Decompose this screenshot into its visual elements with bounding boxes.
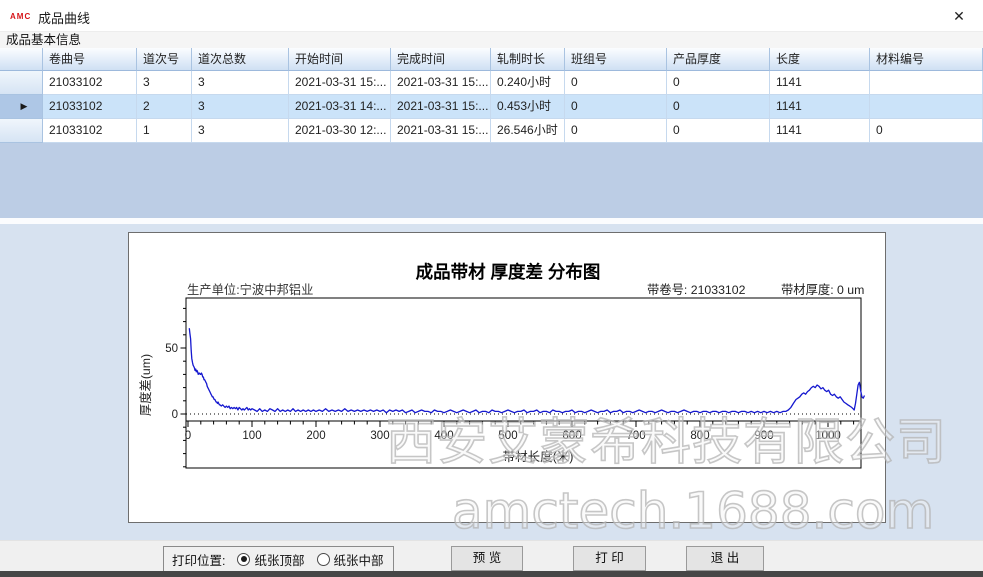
cell[interactable]: 0 <box>667 95 770 119</box>
column-header[interactable]: 道次总数 <box>192 48 289 71</box>
row-header[interactable] <box>0 119 43 143</box>
print-button[interactable]: 打 印 <box>573 546 646 571</box>
grid-corner <box>0 48 43 71</box>
radio-icon[interactable] <box>237 553 250 566</box>
cell[interactable]: 0 <box>667 71 770 95</box>
cell[interactable]: 0 <box>565 71 667 95</box>
svg-text:900: 900 <box>754 430 773 442</box>
svg-text:200: 200 <box>306 430 325 442</box>
svg-text:300: 300 <box>370 430 389 442</box>
column-header[interactable]: 材料编号 <box>870 48 983 71</box>
cell[interactable]: 0.453小时 <box>491 95 565 119</box>
svg-text:厚度差(um): 厚度差(um) <box>138 354 153 416</box>
column-header[interactable]: 卷曲号 <box>43 48 137 71</box>
cell[interactable]: 2021-03-31 14:... <box>289 95 391 119</box>
cell[interactable]: 26.546小时 <box>491 119 565 143</box>
radio-label: 纸张中部 <box>334 550 384 569</box>
cell[interactable]: 0.240小时 <box>491 71 565 95</box>
data-grid[interactable]: 卷曲号道次号道次总数开始时间完成时间轧制时长班组号产品厚度长度材料编号21033… <box>0 48 983 218</box>
svg-text:带材厚度: 0 um: 带材厚度: 0 um <box>781 282 864 297</box>
thickness-curve <box>189 328 864 413</box>
column-header[interactable]: 道次号 <box>137 48 192 71</box>
svg-text:500: 500 <box>498 430 517 442</box>
table-row[interactable]: 21033102132021-03-30 12:...2021-03-31 15… <box>0 119 983 143</box>
app-logo-icon: AMC <box>10 12 31 21</box>
cell[interactable]: 3 <box>192 95 289 119</box>
cell[interactable]: 21033102 <box>43 71 137 95</box>
radio-paper-middle[interactable]: 纸张中部 <box>317 550 384 569</box>
table-row[interactable]: ▶ 21033102232021-03-31 14:...2021-03-31 1… <box>0 95 983 119</box>
separator-band <box>0 218 983 224</box>
thickness-chart: 成品带材 厚度差 分布图生产单位:宁波中邦铝业 带卷号: 21033102 带材厚度… <box>129 233 885 522</box>
cell[interactable]: 21033102 <box>43 95 137 119</box>
cell[interactable]: 1141 <box>770 95 870 119</box>
svg-text:50: 50 <box>165 343 178 355</box>
cell[interactable]: 3 <box>137 71 192 95</box>
svg-text:100: 100 <box>242 430 261 442</box>
svg-text:成品带材 厚度差 分布图: 成品带材 厚度差 分布图 <box>416 262 601 282</box>
cell[interactable] <box>870 71 983 95</box>
cell[interactable]: 3 <box>192 71 289 95</box>
svg-text:1000: 1000 <box>815 430 841 442</box>
preview-button[interactable]: 预 览 <box>451 546 523 571</box>
cell[interactable]: 1141 <box>770 119 870 143</box>
cell[interactable]: 1 <box>137 119 192 143</box>
cell[interactable]: 3 <box>192 119 289 143</box>
row-header[interactable]: ▶ <box>0 95 43 119</box>
cell[interactable]: 2021-03-31 15:... <box>289 71 391 95</box>
footer-bar: 打印位置: 纸张顶部 纸张中部 预 览 打 印 退 出 <box>0 540 983 571</box>
exit-button[interactable]: 退 出 <box>686 546 764 571</box>
cell[interactable]: 21033102 <box>43 119 137 143</box>
radio-label: 纸张顶部 <box>254 550 304 569</box>
svg-text:800: 800 <box>690 430 709 442</box>
cell[interactable]: 2021-03-31 15:... <box>391 95 491 119</box>
cell[interactable]: 0 <box>870 119 983 143</box>
svg-text:700: 700 <box>626 430 645 442</box>
cell[interactable]: 2021-03-31 15:... <box>391 71 491 95</box>
column-header[interactable]: 产品厚度 <box>667 48 770 71</box>
selected-row-arrow-icon: ▶ <box>21 95 28 118</box>
cell[interactable]: 0 <box>565 95 667 119</box>
svg-text:600: 600 <box>562 430 581 442</box>
window-title: 成品曲线 <box>38 8 90 27</box>
svg-text:0: 0 <box>172 409 178 421</box>
menu-bar: 成品基本信息 <box>0 32 983 48</box>
row-header[interactable] <box>0 71 43 95</box>
svg-text:带卷号: 21033102: 带卷号: 21033102 <box>647 282 746 297</box>
cell[interactable]: 2021-03-31 15:... <box>391 119 491 143</box>
radio-icon[interactable] <box>317 553 330 566</box>
print-position-label: 打印位置: <box>172 550 225 569</box>
table-row[interactable]: 21033102332021-03-31 15:...2021-03-31 15… <box>0 71 983 95</box>
cell[interactable]: 0 <box>565 119 667 143</box>
cell[interactable]: 1141 <box>770 71 870 95</box>
bottom-strip <box>0 571 983 577</box>
svg-text:生产单位:宁波中邦铝业: 生产单位:宁波中邦铝业 <box>187 282 313 297</box>
column-header[interactable]: 轧制时长 <box>491 48 565 71</box>
print-position-group: 打印位置: 纸张顶部 纸张中部 <box>163 546 394 572</box>
column-header[interactable]: 完成时间 <box>391 48 491 71</box>
cell[interactable]: 2 <box>137 95 192 119</box>
column-header[interactable]: 开始时间 <box>289 48 391 71</box>
close-icon[interactable]: ✕ <box>945 5 973 27</box>
column-header[interactable]: 班组号 <box>565 48 667 71</box>
cell[interactable]: 0 <box>667 119 770 143</box>
column-header[interactable]: 长度 <box>770 48 870 71</box>
radio-paper-top[interactable]: 纸张顶部 <box>237 550 304 569</box>
svg-text:带材长度(米): 带材长度(米) <box>503 449 574 464</box>
svg-text:400: 400 <box>434 430 453 442</box>
title-bar: AMC 成品曲线 ✕ <box>0 0 983 32</box>
chart-panel: 成品带材 厚度差 分布图生产单位:宁波中邦铝业 带卷号: 21033102 带材厚度… <box>128 232 886 523</box>
group-label-basic-info: 成品基本信息 <box>6 32 81 48</box>
cell[interactable] <box>870 95 983 119</box>
cell[interactable]: 2021-03-30 12:... <box>289 119 391 143</box>
